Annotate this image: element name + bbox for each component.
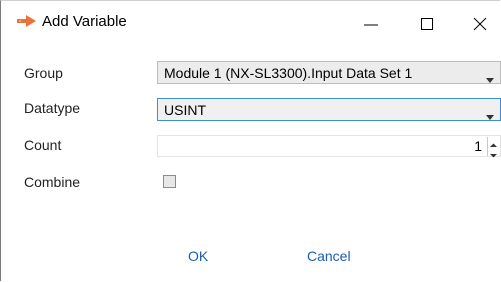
stepper-down-button[interactable]	[488, 147, 499, 158]
datatype-selected-value: USINT	[164, 102, 206, 118]
maximize-button[interactable]	[404, 1, 450, 45]
minimize-button[interactable]	[348, 1, 394, 45]
chevron-down-icon	[486, 70, 494, 88]
stepper-buttons	[487, 137, 499, 158]
group-label: Group	[24, 65, 63, 81]
datatype-dropdown[interactable]: USINT	[157, 98, 501, 121]
stepper-up-button[interactable]	[488, 137, 499, 147]
maximize-icon	[421, 18, 433, 30]
title-bar[interactable]: Add Variable	[2, 1, 501, 45]
count-label: Count	[24, 137, 62, 153]
datatype-label: Datatype	[24, 100, 81, 116]
close-button[interactable]	[457, 1, 501, 45]
ok-button[interactable]: OK	[188, 248, 208, 264]
count-value[interactable]: 1	[474, 138, 482, 154]
count-stepper[interactable]: 1	[157, 135, 501, 158]
arrow-right-icon	[17, 14, 37, 28]
chevron-down-icon	[490, 154, 497, 158]
group-dropdown[interactable]: Module 1 (NX-SL3300).Input Data Set 1	[157, 61, 501, 84]
window-title: Add Variable	[42, 13, 127, 30]
combine-label: Combine	[24, 174, 81, 190]
combine-checkbox[interactable]	[163, 175, 176, 188]
minimize-icon	[364, 24, 378, 26]
chevron-down-icon	[486, 107, 494, 125]
close-icon	[473, 17, 487, 31]
cancel-button[interactable]: Cancel	[307, 248, 351, 264]
dialog-window: Add Variable Group Module 1 (NX-SL3300).…	[0, 0, 501, 281]
group-selected-value: Module 1 (NX-SL3300).Input Data Set 1	[164, 65, 413, 81]
